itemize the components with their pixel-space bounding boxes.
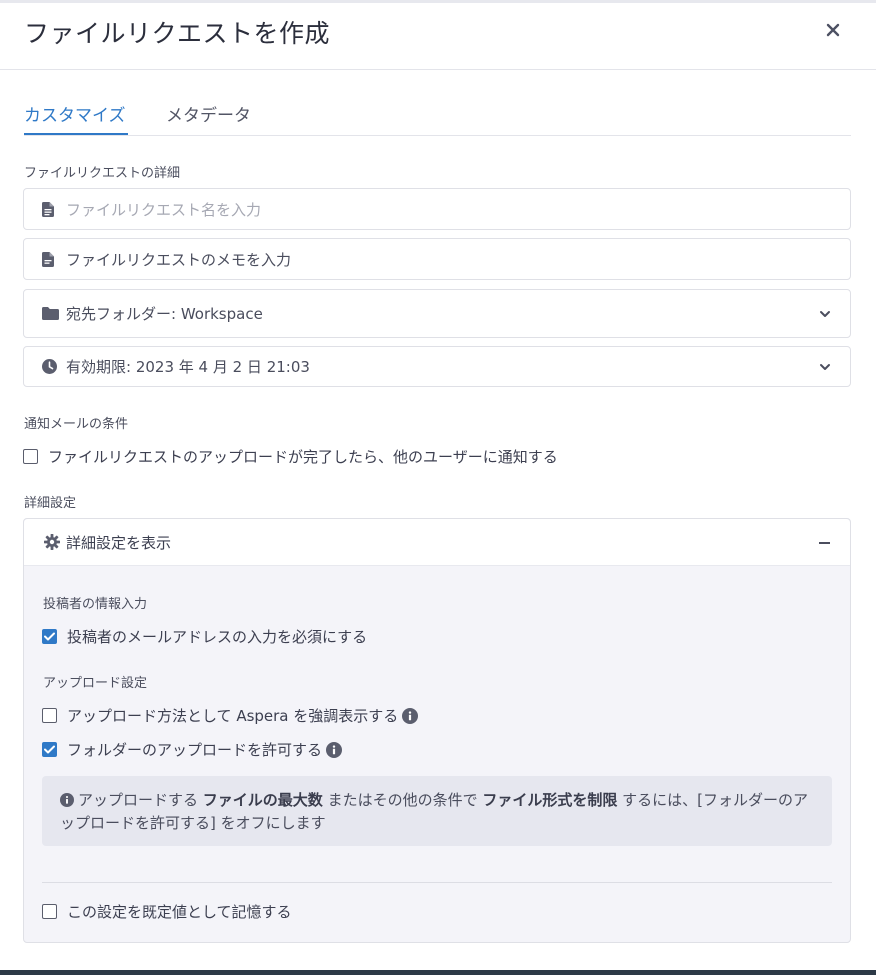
request-name-input[interactable]: ファイルリクエスト名を入力 — [23, 188, 851, 230]
require-email-checkbox[interactable] — [42, 629, 57, 644]
request-memo-label: ファイルリクエストのメモを入力 — [66, 250, 292, 269]
require-email-option[interactable]: 投稿者のメールアドレスの入力を必須にする — [42, 626, 367, 647]
submitter-info-label: 投稿者の情報入力 — [43, 597, 148, 612]
aspera-highlight-label: アップロード方法として Aspera を強調表示する — [67, 707, 399, 725]
expiry-date-select[interactable]: 有効期限: 2023 年 4 月 2 日 21:03 — [23, 346, 851, 387]
request-name-placeholder: ファイルリクエスト名を入力 — [66, 200, 262, 219]
dialog-title: ファイルリクエストを作成 — [24, 19, 331, 48]
collapse-icon — [819, 542, 830, 544]
aspera-highlight-option[interactable]: アップロード方法として Aspera を強調表示する — [42, 705, 419, 726]
aspera-highlight-checkbox[interactable] — [42, 708, 57, 723]
allow-folder-upload-label: フォルダーのアップロードを許可する — [67, 741, 323, 759]
chevron-down-icon — [820, 310, 830, 317]
advanced-settings-panel: 詳細設定を表示 投稿者の情報入力 投稿者のメールアドレスの入力を必須にする アッ… — [23, 518, 851, 943]
allow-folder-upload-checkbox[interactable] — [42, 742, 57, 757]
note-bold-restrict-types: ファイル形式を制限 — [482, 791, 618, 809]
remember-settings-option[interactable]: この設定を既定値として記憶する — [42, 901, 292, 922]
advanced-section-label: 詳細設定 — [24, 496, 77, 511]
note-text: アップロードする — [78, 791, 203, 809]
gear-icon — [44, 534, 60, 550]
close-icon — [826, 23, 840, 37]
info-icon — [60, 793, 74, 807]
info-icon[interactable] — [402, 707, 419, 724]
details-section-label: ファイルリクエストの詳細 — [24, 166, 181, 181]
upload-settings-label: アップロード設定 — [43, 676, 148, 691]
close-button[interactable] — [820, 17, 846, 43]
chevron-down-icon — [820, 363, 830, 370]
dialog-header: ファイルリクエストを作成 — [0, 3, 876, 70]
info-icon[interactable] — [326, 741, 343, 758]
request-memo-input[interactable]: ファイルリクエストのメモを入力 — [23, 238, 851, 280]
notification-section-label: 通知メールの条件 — [24, 417, 129, 432]
active-tab-indicator — [24, 133, 128, 135]
notify-users-checkbox[interactable] — [23, 449, 38, 464]
tab-metadata[interactable]: メタデータ — [166, 101, 251, 126]
notify-users-option[interactable]: ファイルリクエストのアップロードが完了したら、他のユーザーに通知する — [23, 446, 558, 467]
notify-users-label: ファイルリクエストのアップロードが完了したら、他のユーザーに通知する — [48, 448, 558, 466]
remember-settings-checkbox[interactable] — [42, 904, 57, 919]
tab-customize[interactable]: カスタマイズ — [24, 101, 126, 126]
expiry-date-label: 有効期限: 2023 年 4 月 2 日 21:03 — [66, 358, 310, 376]
require-email-label: 投稿者のメールアドレスの入力を必須にする — [67, 628, 368, 646]
advanced-settings-toggle[interactable]: 詳細設定を表示 — [24, 519, 850, 566]
destination-folder-select[interactable]: 宛先フォルダー: Workspace — [23, 289, 851, 338]
destination-folder-label: 宛先フォルダー: Workspace — [66, 305, 263, 323]
note-bold-max-files: ファイルの最大数 — [202, 791, 323, 809]
memo-icon — [42, 250, 60, 268]
tab-bar: カスタマイズ メタデータ — [24, 98, 851, 136]
document-icon — [42, 200, 60, 218]
divider — [42, 882, 832, 883]
advanced-settings-toggle-label: 詳細設定を表示 — [66, 533, 172, 552]
folder-icon — [42, 305, 60, 323]
remember-settings-label: この設定を既定値として記憶する — [67, 903, 292, 921]
folder-upload-note: アップロードする ファイルの最大数 またはその他の条件で ファイル形式を制限 す… — [42, 776, 832, 846]
clock-icon — [42, 358, 60, 376]
bottom-border — [0, 970, 876, 975]
note-text: またはその他の条件で — [322, 791, 483, 809]
allow-folder-upload-option[interactable]: フォルダーのアップロードを許可する — [42, 739, 343, 760]
